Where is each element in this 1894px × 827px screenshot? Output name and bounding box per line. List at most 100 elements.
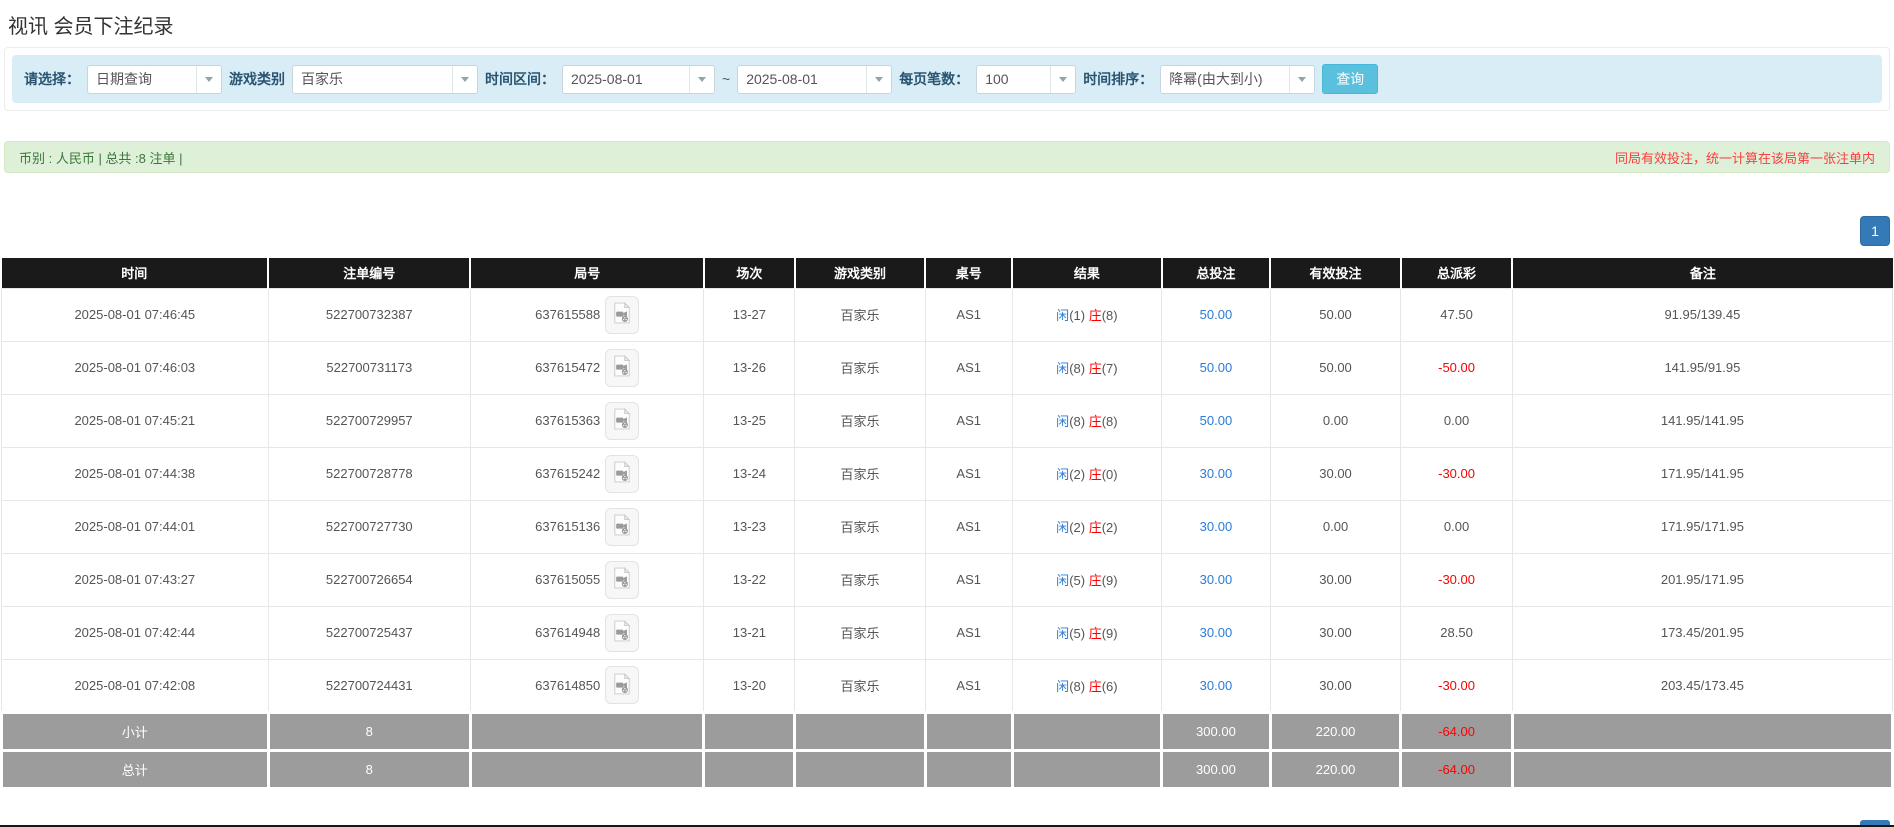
video-replay-button[interactable] [605,666,639,704]
bet-time: 2025-08-01 07:45:21 [2,394,269,447]
total-bet-link[interactable]: 30.00 [1200,519,1233,534]
total-bet-link[interactable]: 30.00 [1200,572,1233,587]
game-result: 闲(5) 庄(9) [1012,553,1161,606]
round-number-text: 637615136 [535,519,600,534]
remark: 201.95/171.95 [1512,553,1892,606]
date-to-value: 2025-08-01 [738,71,866,87]
game-category: 百家乐 [795,341,925,394]
round-number-text: 637615055 [535,572,600,587]
game-category: 百家乐 [795,553,925,606]
date-to-select[interactable]: 2025-08-01 [737,65,892,94]
filter-bar: 请选择： 日期查询 游戏类别 百家乐 时间区间： 2025-08-01 ~ 20… [12,55,1882,103]
payout: -30.00 [1401,659,1513,712]
query-type-label: 请选择： [24,69,80,89]
sort-value: 降幂(由大到小) [1161,69,1289,89]
valid-bet: 30.00 [1270,606,1400,659]
video-file-icon [613,355,631,380]
player-result: 闲 [1056,520,1069,535]
total-bet-link[interactable]: 30.00 [1200,466,1233,481]
player-result: 闲 [1056,573,1069,588]
chevron-down-icon[interactable] [866,66,891,93]
video-replay-button[interactable] [605,349,639,387]
video-replay-button[interactable] [605,296,639,334]
game-category-select[interactable]: 百家乐 [292,65,478,94]
col-result: 结果 [1012,258,1161,288]
sort-select[interactable]: 降幂(由大到小) [1160,65,1315,94]
total-bet-link[interactable]: 50.00 [1200,413,1233,428]
total-bet: 30.00 [1162,659,1271,712]
col-valid-bet: 有效投注 [1270,258,1400,288]
video-file-icon [613,567,631,592]
total-bet-link[interactable]: 50.00 [1200,307,1233,322]
chevron-down-icon[interactable] [689,66,714,93]
payout: -30.00 [1401,553,1513,606]
remark: 141.95/91.95 [1512,341,1892,394]
page-1-button[interactable]: 1 [1860,216,1890,246]
total-label: 总计 [2,750,269,788]
total-bet-link[interactable]: 50.00 [1200,360,1233,375]
bet-time: 2025-08-01 07:43:27 [2,553,269,606]
col-remark: 备注 [1512,258,1892,288]
bet-id: 522700727730 [268,500,470,553]
payout: 28.50 [1401,606,1513,659]
page-title: 视讯 会员下注纪录 [0,0,1894,45]
per-page-label: 每页笔数： [899,69,969,89]
total-bet-link[interactable]: 30.00 [1200,678,1233,693]
chevron-down-icon[interactable] [1289,66,1314,93]
per-page-select[interactable]: 100 [976,65,1076,94]
total-bet: 30.00 [1162,447,1271,500]
video-file-icon [613,408,631,433]
round-number: 637615588 [470,288,704,341]
table-body: 2025-08-01 07:46:45522700732387637615588… [2,288,1893,712]
filter-panel: 请选择： 日期查询 游戏类别 百家乐 时间区间： 2025-08-01 ~ 20… [4,47,1890,111]
total-bet: 50.00 [1162,288,1271,341]
total-count: 8 [268,750,470,788]
chevron-down-icon[interactable] [452,66,477,93]
query-type-select[interactable]: 日期查询 [87,65,222,94]
table-row: 2025-08-01 07:44:01522700727730 637615136… [2,500,1893,553]
game-category: 百家乐 [795,659,925,712]
video-replay-button[interactable] [605,455,639,493]
currency-summary: 币别 : 人民币 | 总共 :8 注单 | [19,148,183,167]
chevron-down-icon[interactable] [1050,66,1075,93]
table-number: AS1 [925,553,1012,606]
player-result: 闲 [1056,467,1069,482]
player-result: 闲 [1056,626,1069,641]
valid-bet: 30.00 [1270,447,1400,500]
table-row: 2025-08-01 07:43:27522700726654637615055… [2,553,1893,606]
video-replay-button[interactable] [605,561,639,599]
col-table: 桌号 [925,258,1012,288]
notice-text: 同局有效投注，统一计算在该局第一张注单内 [1615,148,1875,167]
video-file-icon [613,302,631,327]
valid-bet: 50.00 [1270,288,1400,341]
remark: 173.45/201.95 [1512,606,1892,659]
col-session: 场次 [704,258,795,288]
round-number: 637615055 [470,553,704,606]
video-replay-button[interactable] [605,508,639,546]
bet-id: 522700731173 [268,341,470,394]
chevron-down-icon[interactable] [196,66,221,93]
video-replay-button[interactable] [605,614,639,652]
query-button[interactable]: 查询 [1322,64,1378,94]
game-result: 闲(2) 庄(0) [1012,447,1161,500]
bet-time: 2025-08-01 07:44:01 [2,500,269,553]
total-bet-link[interactable]: 30.00 [1200,625,1233,640]
player-result: 闲 [1056,414,1069,429]
bet-time: 2025-08-01 07:46:03 [2,341,269,394]
player-result: 闲 [1056,361,1069,376]
table-number: AS1 [925,500,1012,553]
video-replay-button[interactable] [605,402,639,440]
date-from-select[interactable]: 2025-08-01 [562,65,715,94]
table-number: AS1 [925,606,1012,659]
round-number-text: 637615242 [535,466,600,481]
subtotal-total-bet: 300.00 [1162,712,1271,750]
game-result: 闲(8) 庄(6) [1012,659,1161,712]
col-round: 局号 [470,258,704,288]
valid-bet: 30.00 [1270,659,1400,712]
valid-bet: 0.00 [1270,500,1400,553]
total-bet: 50.00 [1162,341,1271,394]
game-result: 闲(5) 庄(9) [1012,606,1161,659]
total-total-bet: 300.00 [1162,750,1271,788]
game-category-value: 百家乐 [293,69,452,89]
valid-bet: 30.00 [1270,553,1400,606]
